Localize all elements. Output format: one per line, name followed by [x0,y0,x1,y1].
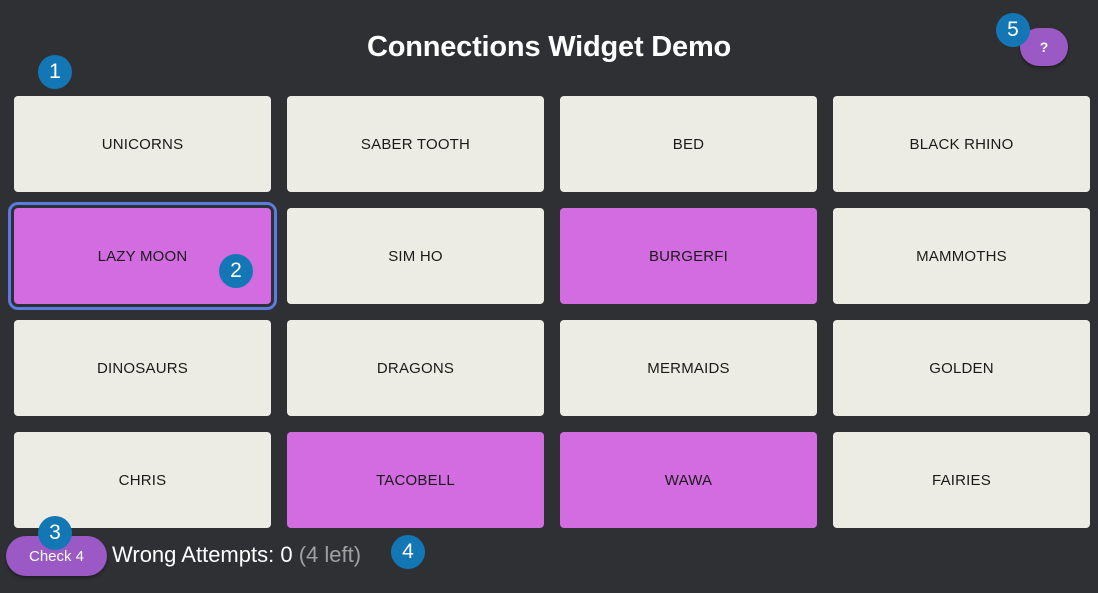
tile-dinosaurs[interactable]: DINOSAURS [14,320,271,416]
tile-mammoths[interactable]: MAMMOTHS [833,208,1090,304]
tile-chris[interactable]: CHRIS [14,432,271,528]
annotation-badge-2: 2 [219,254,253,288]
wrong-attempts-count: 0 [280,542,293,567]
tile-dragons[interactable]: DRAGONS [287,320,544,416]
tile-grid: UNICORNS SABER TOOTH BED BLACK RHINO LAZ… [8,96,1092,528]
tile-mermaids[interactable]: MERMAIDS [560,320,817,416]
tile-saber-tooth[interactable]: SABER TOOTH [287,96,544,192]
tile-tacobell[interactable]: TACOBELL [287,432,544,528]
tile-sim-ho[interactable]: SIM HO [287,208,544,304]
tile-wawa[interactable]: WAWA [560,432,817,528]
wrong-attempts-status: Wrong Attempts: 0 (4 left) [112,539,361,571]
annotation-badge-3: 3 [38,516,72,550]
wrong-attempts-label: Wrong Attempts: [112,542,275,567]
attempts-left: (4 left) [298,542,362,567]
tile-golden[interactable]: GOLDEN [833,320,1090,416]
annotation-badge-5: 5 [996,13,1030,47]
page-title: Connections Widget Demo [366,31,732,63]
tile-burgerfi[interactable]: BURGERFI [560,208,817,304]
annotation-badge-1: 1 [38,55,72,89]
annotation-badge-4: 4 [391,535,425,569]
tile-bed[interactable]: BED [560,96,817,192]
tile-unicorns[interactable]: UNICORNS [14,96,271,192]
tile-fairies[interactable]: FAIRIES [833,432,1090,528]
tile-black-rhino[interactable]: BLACK RHINO [833,96,1090,192]
